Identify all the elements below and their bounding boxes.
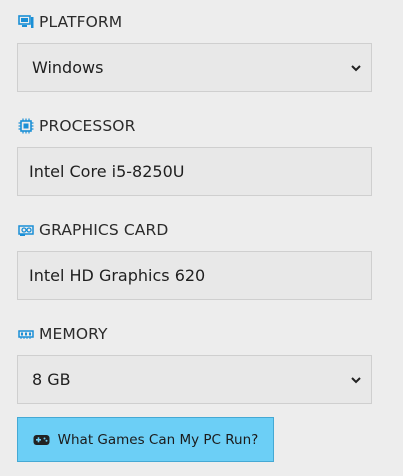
memory-module-icon xyxy=(18,330,34,339)
platform-selected-value: Windows xyxy=(32,58,104,77)
memory-label: MEMORY xyxy=(39,325,108,343)
memory-select[interactable]: 8 GB xyxy=(17,355,372,404)
memory-selected-value: 8 GB xyxy=(32,370,71,389)
chevron-down-icon xyxy=(351,376,361,383)
graphics-label: GRAPHICS CARD xyxy=(39,221,169,239)
graphics-value: Intel HD Graphics 620 xyxy=(29,266,206,285)
platform-label: PLATFORM xyxy=(39,13,123,31)
pc-specs-form: PLATFORM Windows PROCESSOR Intel Core i5… xyxy=(0,0,403,476)
cta-label: What Games Can My PC Run? xyxy=(57,431,259,448)
platform-select[interactable]: Windows xyxy=(17,43,372,92)
graphics-input[interactable]: Intel HD Graphics 620 xyxy=(17,251,372,300)
graphics-label-row: GRAPHICS CARD xyxy=(18,218,168,242)
what-games-can-my-pc-run-button[interactable]: What Games Can My PC Run? xyxy=(17,417,274,462)
graphics-card-icon xyxy=(18,225,34,236)
processor-value: Intel Core i5-8250U xyxy=(29,162,185,181)
monitor-icon xyxy=(18,15,34,28)
cpu-chip-icon xyxy=(18,118,34,134)
platform-label-row: PLATFORM xyxy=(18,10,122,34)
processor-label: PROCESSOR xyxy=(39,117,136,135)
gamepad-icon xyxy=(33,434,50,445)
processor-input[interactable]: Intel Core i5-8250U xyxy=(17,147,372,196)
processor-label-row: PROCESSOR xyxy=(18,114,135,138)
chevron-down-icon xyxy=(351,64,361,71)
memory-label-row: MEMORY xyxy=(18,322,108,346)
